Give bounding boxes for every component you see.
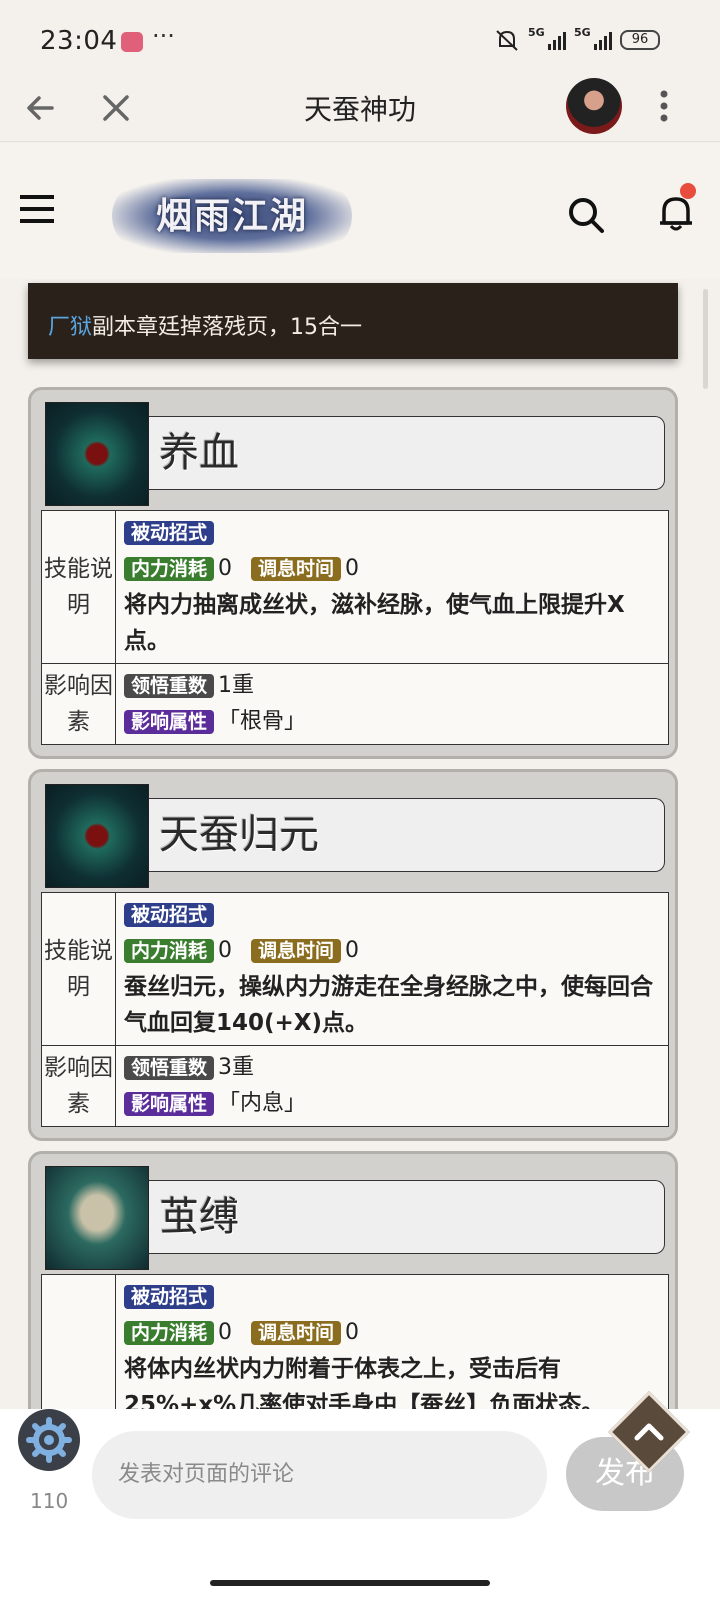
cost-tag: 内力消耗 <box>124 939 215 963</box>
skill-thumbnail <box>45 402 149 506</box>
settings-button[interactable] <box>18 1409 80 1471</box>
main-content: 厂狱副本章廷掉落残页，15合一 养血 技能说明 被动招式 内力消耗 0 调息时间 0… <box>0 279 720 1409</box>
cost-value: 0 <box>218 938 233 963</box>
gear-icon <box>26 1417 72 1463</box>
skill-table: 技能说明 被动招式 内力消耗 0 调息时间 0 蚕丝归元，操纵内力游走在全身经脉之中… <box>41 892 669 1127</box>
cooldown-tag: 调息时间 <box>251 1321 342 1345</box>
insight-tag: 领悟重数 <box>124 1056 215 1080</box>
more-vertical-icon[interactable] <box>652 86 676 126</box>
skill-name: 茧缚 <box>149 1180 665 1254</box>
notice-text: 副本章廷掉落残页，15合一 <box>92 315 363 340</box>
skill-card: 养血 技能说明 被动招式 内力消耗 0 调息时间 0 将内力抽离成丝状，滋补经脉，使… <box>28 387 678 759</box>
cooldown-value: 0 <box>345 1320 360 1345</box>
battery-icon: 96 <box>620 30 660 50</box>
top-nav-bar: 天蚕神功 <box>0 74 720 142</box>
attribute-tag: 影响属性 <box>124 1092 215 1116</box>
skill-desc-cell: 被动招式 内力消耗 0 调息时间 0 蚕丝归元，操纵内力游走在全身经脉之中，使每回合… <box>115 892 669 1046</box>
signal-icon-2: 5G <box>574 26 612 50</box>
skill-description: 将体内丝状内力附着于体表之上，受击后有25%+x%几率使对手身中【蚕丝】负面状态… <box>124 1356 605 1409</box>
skill-table: 被动招式 内力消耗 0 调息时间 0 将体内丝状内力附着于体表之上，受击后有25%+… <box>41 1274 669 1409</box>
skill-thumbnail <box>45 1166 149 1270</box>
skill-desc-cell: 被动招式 内力消耗 0 调息时间 0 将体内丝状内力附着于体表之上，受击后有25%+… <box>115 1274 669 1409</box>
influence-label: 影响因素 <box>41 1045 116 1127</box>
influence-cell: 领悟重数 1重 影响属性 「根骨」 <box>115 663 669 745</box>
attribute-value: 「内息」 <box>218 1091 307 1116</box>
skill-name: 天蚕归元 <box>149 798 665 872</box>
cooldown-tag: 调息时间 <box>251 939 342 963</box>
insight-tag: 领悟重数 <box>124 674 215 698</box>
cost-value: 0 <box>218 1320 233 1345</box>
skill-desc-cell: 被动招式 内力消耗 0 调息时间 0 将内力抽离成丝状，滋补经脉，使气血上限提升X点… <box>115 510 669 664</box>
skill-card: 茧缚 被动招式 内力消耗 0 调息时间 0 将体内丝状内力附着于体表之上，受击后有2… <box>28 1151 678 1409</box>
cooldown-value: 0 <box>345 556 360 581</box>
influence-label: 影响因素 <box>41 663 116 745</box>
comment-bar: 110 发表对页面的评论 发布 <box>0 1390 720 1600</box>
passive-tag: 被动招式 <box>124 1285 215 1309</box>
dungeon-link[interactable]: 厂狱 <box>48 315 92 340</box>
skill-description: 将内力抽离成丝状，滋补经脉，使气血上限提升X点。 <box>124 592 625 654</box>
skill-desc-label <box>41 1274 116 1409</box>
skill-thumbnail <box>45 784 149 888</box>
insight-value: 1重 <box>218 673 255 698</box>
chevron-up-icon <box>634 1423 664 1441</box>
app-root: 23:04 ··· 5G 5G 96 天蚕神功 烟雨江湖 厂狱副本章廷掉落残页，… <box>0 0 720 1600</box>
cost-value: 0 <box>218 556 233 581</box>
skill-desc-label: 技能说明 <box>41 892 116 1046</box>
cost-tag: 内力消耗 <box>124 1321 215 1345</box>
signal-icon-1: 5G <box>528 26 566 50</box>
attribute-value: 「根骨」 <box>218 709 307 734</box>
hamburger-menu-icon[interactable] <box>18 191 58 227</box>
skill-description: 蚕丝归元，操纵内力游走在全身经脉之中，使每回合气血回复140(+X)点。 <box>124 974 653 1036</box>
cost-tag: 内力消耗 <box>124 557 215 581</box>
skill-table: 技能说明 被动招式 内力消耗 0 调息时间 0 将内力抽离成丝状，滋补经脉，使气血上… <box>41 510 669 745</box>
comment-input[interactable]: 发表对页面的评论 <box>92 1431 547 1519</box>
site-logo[interactable]: 烟雨江湖 <box>112 179 352 253</box>
home-indicator[interactable] <box>210 1580 490 1586</box>
drop-notice: 厂狱副本章廷掉落残页，15合一 <box>28 283 678 359</box>
status-right: 5G 5G 96 <box>494 26 660 52</box>
insight-value: 3重 <box>218 1055 255 1080</box>
skill-desc-label: 技能说明 <box>41 510 116 664</box>
cooldown-value: 0 <box>345 938 360 963</box>
user-avatar[interactable] <box>566 78 622 134</box>
site-logo-text: 烟雨江湖 <box>155 195 308 237</box>
cooldown-tag: 调息时间 <box>251 557 342 581</box>
comment-count: 110 <box>30 1489 69 1513</box>
skill-card: 天蚕归元 技能说明 被动招式 内力消耗 0 调息时间 0 蚕丝归元，操纵内力游走在全… <box>28 769 678 1141</box>
passive-tag: 被动招式 <box>124 521 215 545</box>
notification-badge <box>680 183 696 199</box>
status-bar: 23:04 ··· 5G 5G 96 <box>0 0 720 74</box>
app-notification-icon <box>121 32 143 52</box>
attribute-tag: 影响属性 <box>124 710 215 734</box>
scrollbar[interactable] <box>703 289 708 389</box>
mute-bell-icon <box>496 30 518 51</box>
search-icon[interactable] <box>566 195 606 235</box>
skill-name: 养血 <box>149 416 665 490</box>
notification-bell-icon[interactable] <box>656 193 696 233</box>
passive-tag: 被动招式 <box>124 903 215 927</box>
site-header: 烟雨江湖 <box>0 143 720 279</box>
influence-cell: 领悟重数 3重 影响属性 「内息」 <box>115 1045 669 1127</box>
status-more-dots: ··· <box>152 22 175 50</box>
status-time: 23:04 <box>40 26 118 56</box>
